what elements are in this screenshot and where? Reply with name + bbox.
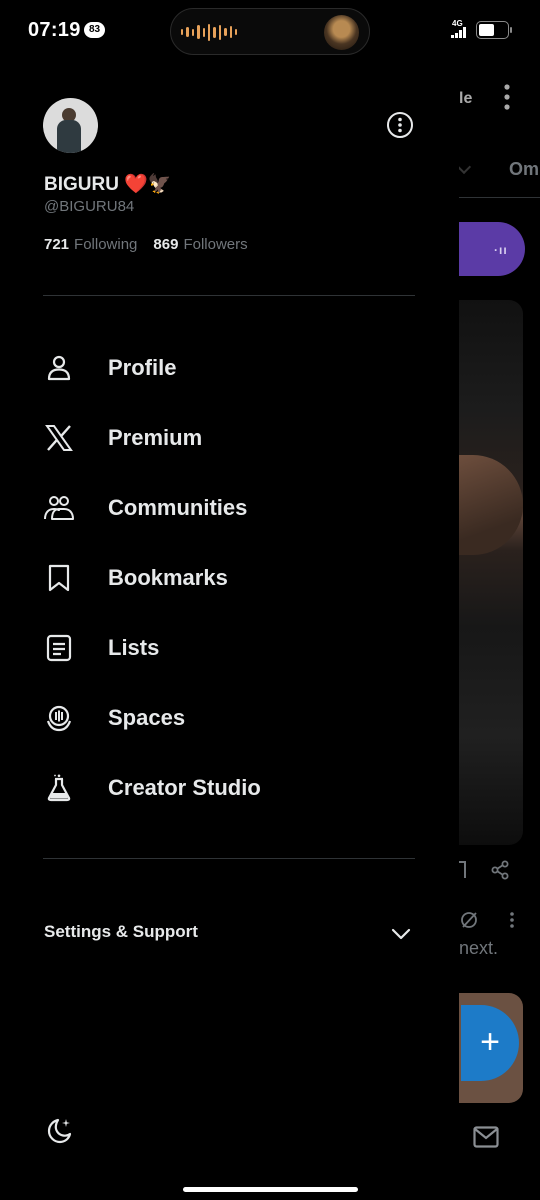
spaces-pill-icon: ·ıı	[494, 243, 508, 257]
signal-icon	[451, 27, 466, 38]
display-name[interactable]: BIGURU ❤️🦅	[44, 172, 172, 196]
bookmark-action-icon[interactable]	[459, 860, 467, 880]
menu-item-label: Profile	[108, 355, 177, 380]
following-count[interactable]: 721	[44, 236, 69, 253]
menu-item-label: Bookmarks	[108, 565, 228, 590]
follow-stats: 721 Following 869 Followers	[44, 236, 248, 253]
post-more-icon[interactable]	[509, 910, 515, 930]
list-icon	[45, 634, 73, 662]
menu-item-bookmarks[interactable]: Bookmarks	[0, 547, 459, 607]
feed-media[interactable]	[459, 300, 523, 845]
person-icon	[45, 354, 73, 382]
battery-tip	[510, 27, 512, 33]
communities-icon	[43, 494, 75, 522]
avatar-body	[57, 120, 81, 153]
audio-wave-icon	[181, 23, 238, 41]
divider	[43, 858, 415, 859]
flask-icon	[45, 774, 73, 802]
followers-label[interactable]: Followers	[183, 236, 247, 253]
settings-label: Settings & Support	[44, 922, 198, 941]
followers-count[interactable]: 869	[153, 236, 178, 253]
feed-divider	[459, 197, 540, 198]
following-label[interactable]: Following	[74, 236, 137, 253]
notification-count-badge: 83	[84, 22, 105, 38]
menu-item-label: Lists	[108, 635, 160, 660]
grok-action-icon[interactable]	[459, 910, 479, 930]
menu-item-label: Spaces	[108, 705, 186, 730]
chevron-down-icon	[390, 923, 412, 945]
divider	[43, 295, 415, 296]
dynamic-island[interactable]	[170, 8, 370, 55]
avatar[interactable]	[43, 98, 98, 153]
menu-item-label: Creator Studio	[108, 775, 261, 800]
share-action-icon[interactable]	[490, 860, 510, 880]
feed-tab-fragment[interactable]: Om	[509, 159, 539, 180]
more-circle-icon	[387, 112, 413, 138]
menu-item-creator-studio[interactable]: Creator Studio	[0, 757, 459, 817]
home-indicator[interactable]	[183, 1187, 358, 1192]
moon-icon[interactable]	[44, 1116, 74, 1146]
background-feed: le Om ·ıı next. +	[459, 0, 540, 1200]
feed-title-fragment: le	[459, 90, 473, 107]
post-text-fragment: next.	[459, 938, 499, 958]
menu-item-communities[interactable]: Communities	[0, 477, 459, 537]
x-logo-icon	[45, 424, 73, 452]
spaces-pill[interactable]	[459, 222, 525, 276]
menu-item-premium[interactable]: Premium	[0, 407, 459, 467]
now-playing-thumbnail	[324, 15, 359, 50]
settings-support-toggle[interactable]: Settings & Support	[0, 910, 459, 956]
navigation-drawer: BIGURU ❤️🦅 @BIGURU84 721 Following 869 F…	[0, 0, 459, 1200]
menu-item-label: Communities	[108, 495, 248, 520]
account-options-button[interactable]	[386, 111, 414, 139]
battery-icon	[476, 21, 509, 39]
bookmark-icon	[45, 564, 73, 592]
messages-icon[interactable]	[473, 1126, 499, 1148]
menu-item-profile[interactable]: Profile	[0, 337, 459, 397]
feed-tab-chevron-icon	[459, 159, 472, 175]
menu-item-label: Premium	[108, 425, 203, 450]
spaces-icon	[45, 704, 73, 732]
menu-item-spaces[interactable]: Spaces	[0, 687, 459, 747]
user-handle: @BIGURU84	[44, 198, 135, 215]
status-bar: 07:19 83 4G	[0, 0, 540, 62]
status-time: 07:19	[28, 19, 81, 41]
menu-item-lists[interactable]: Lists	[0, 617, 459, 677]
feed-more-icon[interactable]	[503, 84, 511, 110]
